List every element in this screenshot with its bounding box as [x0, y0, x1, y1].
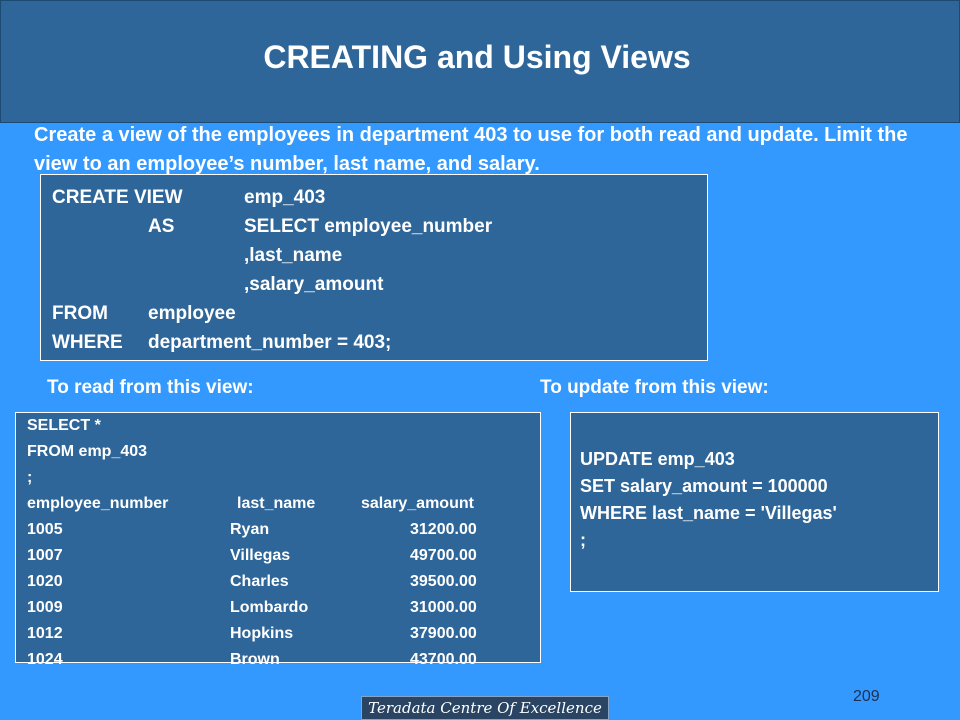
result-header-row: employee_number last_name salary_amount: [27, 491, 540, 517]
create-view-code-box: CREATE VIEW emp_403 AS SELECT employee_n…: [40, 174, 708, 361]
code-text: ,last_name: [244, 245, 343, 266]
code-text: department_number = 403;: [148, 332, 392, 353]
code-line: SET salary_amount = 100000: [580, 476, 828, 496]
code-keyword: [52, 241, 148, 270]
code-keyword: [52, 270, 148, 299]
cell-employee-number: 1020: [27, 573, 63, 590]
code-line: ;: [580, 530, 586, 550]
table-row: 1020 Charles 39500.00: [27, 569, 540, 595]
code-line: AS SELECT employee_number: [41, 212, 707, 241]
table-row: 1005 Ryan 31200.00: [27, 517, 540, 543]
code-line: ,last_name: [41, 241, 707, 270]
page-number: 209: [853, 688, 880, 705]
code-line: FROM emp_403: [27, 443, 148, 460]
cell-last-name: Brown: [230, 651, 280, 668]
cell-last-name: Ryan: [230, 521, 270, 538]
table-row: 1009 Lombardo 31000.00: [27, 595, 540, 621]
cell-salary: 37900.00: [410, 625, 477, 642]
cell-salary: 49700.00: [410, 547, 477, 564]
cell-salary: 31000.00: [410, 599, 477, 616]
code-keyword: [148, 270, 244, 299]
read-query-box: SELECT * FROM emp_403 ; employee_number …: [15, 412, 541, 668]
intro-text: Create a view of the employees in depart…: [34, 124, 908, 175]
code-keyword: AS: [148, 216, 175, 237]
code-keyword: WHERE: [52, 332, 123, 353]
code-text: SELECT employee_number: [244, 216, 493, 237]
code-line: UPDATE emp_403: [580, 449, 735, 469]
column-header: last_name: [237, 495, 316, 512]
read-label: To read from this view:: [47, 377, 254, 398]
title-bar: CREATING and Using Views: [0, 0, 960, 123]
cell-employee-number: 1009: [27, 599, 63, 616]
code-keyword: [148, 183, 244, 212]
code-keyword: CREATE VIEW: [52, 187, 183, 208]
table-row: 1007 Villegas 49700.00: [27, 543, 540, 569]
code-line: ,salary_amount: [41, 270, 707, 299]
code-text: ,salary_amount: [244, 274, 384, 295]
code-line: FROM employee: [41, 299, 707, 328]
cell-employee-number: 1012: [27, 625, 63, 642]
code-line: WHERE department_number = 403;: [41, 328, 707, 357]
cell-salary: 39500.00: [410, 573, 477, 590]
cell-last-name: Charles: [230, 573, 289, 590]
column-header: employee_number: [27, 495, 169, 512]
cell-employee-number: 1005: [27, 521, 63, 538]
column-header: salary_amount: [361, 495, 474, 512]
code-text: employee: [148, 303, 236, 324]
cell-last-name: Villegas: [230, 547, 291, 564]
cell-salary: 31200.00: [410, 521, 477, 538]
update-query-box: UPDATE emp_403 SET salary_amount = 10000…: [570, 412, 939, 592]
code-keyword: [148, 241, 244, 270]
code-line: CREATE VIEW emp_403: [41, 183, 707, 212]
code-keyword: [52, 212, 148, 241]
code-line: ;: [27, 469, 33, 486]
cell-last-name: Lombardo: [230, 599, 309, 616]
cell-last-name: Hopkins: [230, 625, 294, 642]
table-row: 1024 Brown 43700.00: [27, 647, 540, 673]
footer-logo: Teradata Centre Of Excellence: [361, 696, 609, 720]
code-line: WHERE last_name = 'Villegas': [580, 503, 837, 523]
code-keyword: FROM: [52, 303, 108, 324]
slide-title: CREATING and Using Views: [263, 39, 691, 75]
table-row: 1012 Hopkins 37900.00: [27, 621, 540, 647]
cell-employee-number: 1024: [27, 651, 63, 668]
code-text: emp_403: [244, 187, 326, 208]
cell-salary: 43700.00: [410, 651, 477, 668]
update-label: To update from this view:: [540, 377, 769, 398]
code-line: SELECT *: [27, 417, 101, 434]
cell-employee-number: 1007: [27, 547, 63, 564]
